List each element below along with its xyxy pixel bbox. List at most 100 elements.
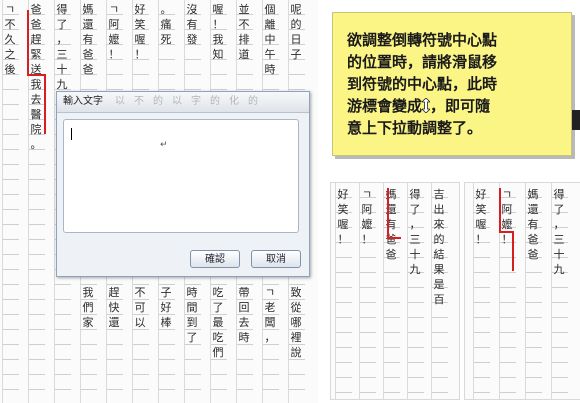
toolbar-glyph[interactable]: 的: [153, 92, 163, 112]
input-text-dialog: 輸入文字 以不的以字的化的 ↵ 確認 取消: [56, 91, 310, 277]
callout-text: 欲調整倒轉符號中心點 的位置時，請將滑鼠移 到符號的中心點，此時 游標會變成 ，即…: [347, 29, 563, 139]
grid-character: ㄱ: [4, 3, 16, 16]
red-bracket-mark: [512, 231, 514, 271]
grid-character: 笑: [475, 203, 487, 216]
grid-character: 了: [212, 301, 224, 314]
grid-character: 的: [290, 18, 302, 31]
grid-character: 了: [409, 203, 421, 216]
grid-character: 趕: [30, 33, 42, 46]
red-bracket-mark: [44, 74, 46, 134]
grid-character: 九: [553, 263, 565, 276]
ok-button[interactable]: 確認: [190, 250, 240, 268]
grid-character: 有: [385, 218, 397, 231]
grid-character: 日: [290, 33, 302, 46]
text-input-area[interactable]: ↵: [63, 119, 299, 233]
toolbar-glyph[interactable]: 的: [210, 92, 220, 112]
grid-character: 之: [4, 48, 16, 61]
grid-character: 結: [433, 248, 445, 261]
grid-character: 好: [337, 188, 349, 201]
grid-character: 帶: [238, 286, 250, 299]
grid-character: 了: [56, 18, 68, 31]
vertical-resize-cursor-icon: [422, 98, 431, 113]
grid-character: 吃: [212, 286, 224, 299]
toolbar-glyph[interactable]: 化: [229, 92, 239, 112]
grid-character: 得: [56, 3, 68, 16]
grid-character: 的: [433, 233, 445, 246]
grid-character: 嬤: [108, 33, 120, 46]
grid-character: 阿: [361, 203, 373, 216]
grid-character: 回: [238, 301, 250, 314]
toolbar-glyph[interactable]: 的: [248, 92, 258, 112]
grid-character: 得: [409, 188, 421, 201]
grid-character: 並: [238, 3, 250, 16]
grid-character: 爸: [82, 48, 94, 61]
red-bracket-mark: [27, 10, 29, 74]
grid-character: 不: [238, 18, 250, 31]
grid-character: 爸: [30, 18, 42, 31]
grid-character: ㄱ: [264, 286, 276, 299]
grid-character: 三: [553, 233, 565, 246]
grid-character: 十: [553, 248, 565, 261]
grid-character: 喔: [475, 218, 487, 231]
grid-character: 嬤: [361, 218, 373, 231]
toolbar-glyph[interactable]: 以: [115, 92, 125, 112]
grid-character: 死: [160, 33, 172, 46]
grid-character: 來: [433, 218, 445, 231]
grid-character: ，: [553, 218, 565, 231]
grid-character: 從: [290, 301, 302, 314]
grid-character: ！: [475, 233, 487, 246]
grid-character: 還: [385, 203, 397, 216]
grid-character: 哪: [290, 316, 302, 329]
red-bracket-mark: [387, 188, 389, 238]
grid-character: 九: [56, 78, 68, 91]
toolbar-glyph[interactable]: 字: [191, 92, 201, 112]
grid-character: 三: [56, 48, 68, 61]
grid-character: 闆: [264, 316, 276, 329]
grid-character: 好: [475, 188, 487, 201]
grid-character: 嬤: [501, 218, 513, 231]
grid-character: ！: [108, 48, 120, 61]
toolbar-glyph[interactable]: 以: [172, 92, 182, 112]
grid-character: 子: [160, 286, 172, 299]
grid-character: 好: [134, 3, 146, 16]
grid-character: 時: [186, 286, 198, 299]
grid-character: 。: [30, 138, 42, 151]
grid-character: 時: [264, 63, 276, 76]
dialog-title: 輸入文字: [63, 96, 103, 107]
grid-character: 們: [212, 346, 224, 359]
grid-character: 好: [160, 301, 172, 314]
grid-character: 有: [82, 33, 94, 46]
grid-character: 中: [264, 33, 276, 46]
grid-character: 我: [82, 286, 94, 299]
grid-character: 爸: [527, 248, 539, 261]
grid-character: 院: [30, 123, 42, 136]
instruction-callout: 欲調整倒轉符號中心點 的位置時，請將滑鼠移 到符號的中心點，此時 游標會變成 ，即…: [332, 12, 572, 156]
grid-character: 久: [4, 33, 16, 46]
grid-character: 裡: [290, 331, 302, 344]
grid-character: 百: [433, 293, 445, 306]
cancel-button[interactable]: 取消: [251, 250, 301, 268]
sample-sheet-after: 得了，三十九媽還有爸爸ㄱ阿嬤！好笑喔！: [464, 182, 580, 400]
toolbar-glyph[interactable]: 不: [134, 92, 144, 112]
grid-character: 爸: [82, 63, 94, 76]
grid-character: 還: [527, 203, 539, 216]
grid-character: 老: [264, 301, 276, 314]
grid-character: 致: [290, 286, 302, 299]
grid-character: 爸: [527, 233, 539, 246]
grid-character: ㄱ: [108, 3, 120, 16]
grid-character: 不: [4, 18, 16, 31]
grid-character: 有: [186, 18, 198, 31]
grid-character: 不: [134, 286, 146, 299]
grid-character: 有: [527, 218, 539, 231]
grid-character: 我: [212, 33, 224, 46]
grid-character: ，: [264, 331, 276, 344]
grid-character: 媽: [385, 188, 397, 201]
grid-character: 以: [134, 316, 146, 329]
grid-character: 發: [186, 33, 198, 46]
grid-character: 個: [264, 3, 276, 16]
grid-character: ，: [56, 33, 68, 46]
grid-character: 們: [82, 301, 94, 314]
grid-character: 爸: [385, 248, 397, 261]
grid-character: 得: [553, 188, 565, 201]
grid-character: 呢: [290, 3, 302, 16]
